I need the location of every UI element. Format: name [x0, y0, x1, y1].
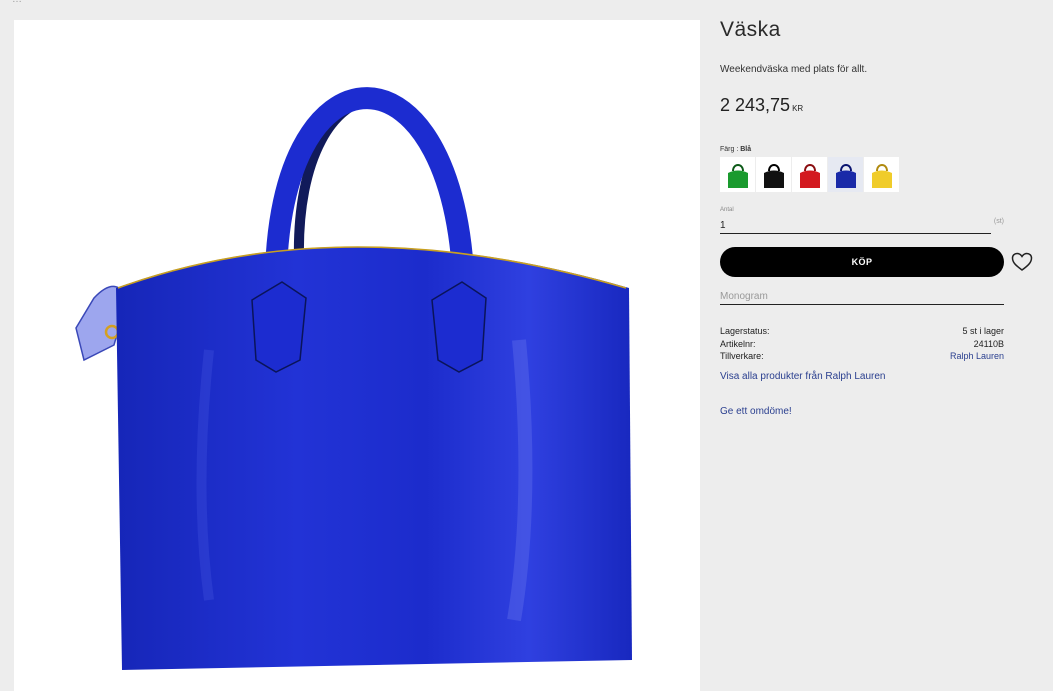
color-swatch-blue[interactable]: [828, 157, 863, 192]
quantity-unit: (st): [993, 218, 1004, 225]
spec-maker: Tillverkare: Ralph Lauren: [720, 350, 1004, 363]
price-currency: KR: [792, 104, 804, 113]
color-swatch-red[interactable]: [792, 157, 827, 192]
monogram-input[interactable]: [720, 291, 1004, 305]
bag-icon: [835, 163, 856, 188]
spec-stock-value: 5 st i lager: [962, 326, 1004, 336]
spec-maker-label: Tillverkare:: [720, 351, 764, 361]
spec-article: Artikelnr: 24110B: [720, 338, 1004, 351]
bag-icon: [799, 163, 820, 188]
wishlist-button[interactable]: [1011, 252, 1033, 277]
quantity-row: (st): [720, 215, 1004, 234]
all-products-link[interactable]: Visa alla produkter från Ralph Lauren: [720, 371, 1004, 382]
product-description: Weekendväska med plats för allt.: [720, 64, 868, 75]
maker-link[interactable]: Ralph Lauren: [950, 350, 1004, 363]
quantity-input[interactable]: [720, 220, 991, 234]
spec-stock-label: Lagerstatus:: [720, 326, 770, 336]
color-swatches: [720, 157, 1004, 192]
color-value: Blå: [740, 146, 752, 153]
heart-icon: [1011, 252, 1033, 271]
color-swatch-black[interactable]: [756, 157, 791, 192]
spec-article-value: 24110B: [973, 338, 1004, 349]
color-label-text: Färg :: [720, 146, 739, 153]
color-swatch-green[interactable]: [720, 157, 755, 192]
spec-stock: Lagerstatus: 5 st i lager: [720, 325, 1004, 338]
quantity-label: Antal: [720, 207, 734, 213]
buy-row: KÖP: [720, 247, 1033, 277]
product-image-bag: [75, 87, 632, 670]
color-swatch-yellow[interactable]: [864, 157, 899, 192]
spec-article-label: Artikelnr:: [720, 338, 756, 349]
product-info: Väska Weekendväska med plats för allt. 2…: [720, 18, 1033, 417]
buy-button[interactable]: KÖP: [720, 247, 1004, 277]
bag-icon: [871, 163, 892, 188]
product-specs: Lagerstatus: 5 st i lager Artikelnr: 241…: [720, 325, 1004, 363]
bag-icon: [727, 163, 748, 188]
price-value: 2 243,75: [720, 95, 791, 115]
bag-icon: [763, 163, 784, 188]
product-image[interactable]: [14, 20, 700, 691]
breadcrumb[interactable]: …: [12, 0, 22, 5]
product-price: 2 243,75 KR: [720, 95, 1004, 116]
color-label: Färg : Blå: [720, 146, 1004, 153]
product-title: Väska: [720, 18, 781, 41]
review-link[interactable]: Ge ett omdöme!: [720, 406, 1004, 417]
